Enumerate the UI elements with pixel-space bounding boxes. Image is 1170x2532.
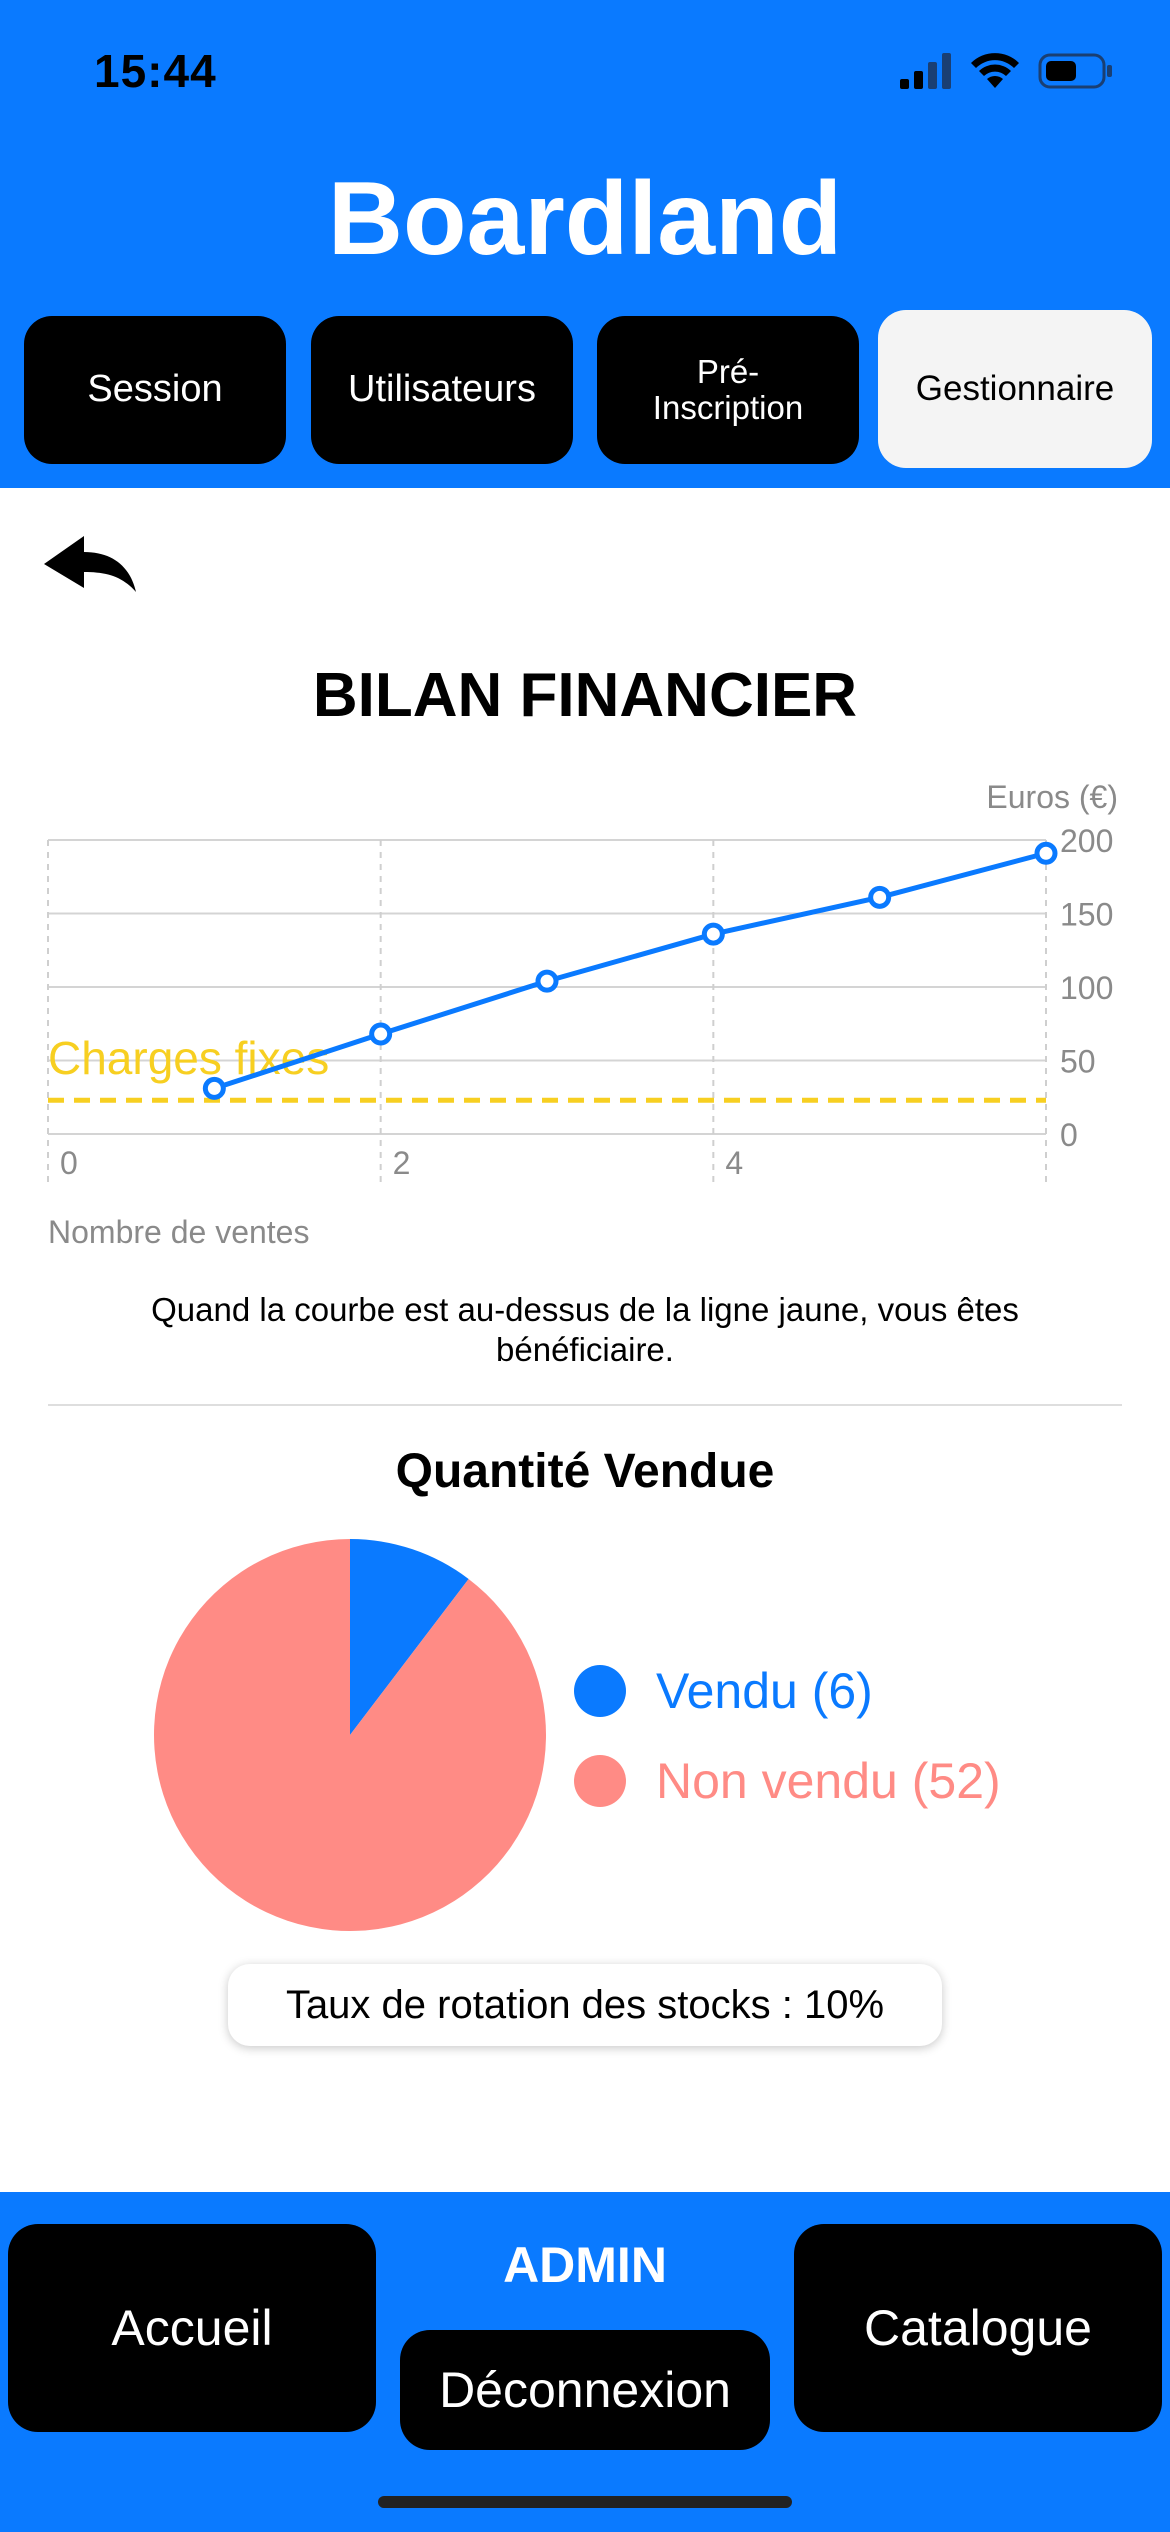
logout-button[interactable]: Déconnexion bbox=[400, 2330, 770, 2450]
y-tick-label: 100 bbox=[1060, 970, 1113, 1006]
data-point bbox=[535, 969, 559, 993]
y-axis-label: Euros (€) bbox=[986, 779, 1118, 815]
tab-label: Gestionnaire bbox=[915, 368, 1115, 408]
data-point bbox=[1034, 841, 1058, 865]
signal-icon bbox=[900, 53, 951, 89]
home-label: Accueil bbox=[111, 2300, 273, 2356]
logout-label: Déconnexion bbox=[439, 2362, 731, 2418]
x-tick-label: 2 bbox=[393, 1145, 411, 1181]
legend-label: Non vendu (52) bbox=[656, 1753, 1001, 1809]
pie-chart-svg bbox=[153, 1539, 546, 1931]
legend-dot bbox=[574, 1665, 626, 1717]
tab-label: Pré- Inscription bbox=[652, 352, 804, 426]
legend-item-non-vendu: Non vendu (52) bbox=[574, 1752, 1001, 1810]
pie-title: Quantité Vendue bbox=[395, 1445, 775, 1498]
series-line bbox=[213, 850, 1047, 1091]
y-tick-label: 0 bbox=[1060, 1117, 1078, 1153]
data-point bbox=[202, 1076, 226, 1100]
data-point bbox=[701, 922, 725, 946]
finance-chart: 0 50 100 150 200 0 2 4 Euros (€) Charges fixes bbox=[0, 770, 1170, 1270]
fixed-charges-label: Charges fixes bbox=[48, 1032, 329, 1084]
line-chart-svg: 0 50 100 150 200 0 2 4 Euros (€) Charges fixes bbox=[47, 779, 1118, 1182]
back-arrow-icon bbox=[44, 536, 136, 592]
header: 15:44 Boardland Session Utilisateurs Pré… bbox=[0, 0, 1170, 488]
tab-gestionnaire[interactable]: Gestionnaire bbox=[878, 310, 1152, 468]
tab-label: Utilisateurs bbox=[348, 368, 536, 411]
status-time: 15:44 bbox=[94, 45, 217, 97]
app-title: Boardland bbox=[327, 161, 843, 277]
divider bbox=[48, 1404, 1122, 1406]
legend-dot bbox=[574, 1755, 626, 1807]
y-tick-label: 200 bbox=[1060, 823, 1113, 859]
battery-icon bbox=[1038, 53, 1112, 89]
catalog-button[interactable]: Catalogue bbox=[794, 2224, 1162, 2432]
data-point bbox=[868, 885, 892, 909]
finance-title: BILAN FINANCIER bbox=[312, 661, 858, 730]
tab-label: Session bbox=[87, 368, 223, 411]
x-tick-label: 0 bbox=[60, 1145, 78, 1181]
pie-chart bbox=[150, 1535, 550, 1935]
wifi-icon bbox=[971, 53, 1019, 88]
tab-pre-inscription[interactable]: Pré- Inscription bbox=[597, 316, 859, 464]
tab-utilisateurs[interactable]: Utilisateurs bbox=[311, 316, 573, 464]
x-axis-label: Nombre de ventes bbox=[48, 1214, 310, 1250]
home-indicator bbox=[378, 2496, 792, 2508]
back-button[interactable] bbox=[40, 530, 140, 605]
stock-rate-badge: Taux de rotation des stocks : 10% bbox=[228, 1964, 942, 2046]
x-tick-label: 4 bbox=[725, 1145, 743, 1181]
legend-item-vendu: Vendu (6) bbox=[574, 1662, 873, 1720]
pie-slice bbox=[153, 1539, 546, 1931]
tab-session[interactable]: Session bbox=[24, 316, 286, 464]
finance-caption: Quand la courbe est au-dessus de la lign… bbox=[151, 1291, 1019, 1368]
legend-label: Vendu (6) bbox=[656, 1663, 873, 1719]
y-tick-label: 50 bbox=[1060, 1044, 1096, 1080]
catalog-label: Catalogue bbox=[864, 2300, 1092, 2356]
status-icons bbox=[900, 52, 1114, 90]
data-point bbox=[369, 1022, 393, 1046]
y-tick-label: 150 bbox=[1060, 897, 1113, 933]
